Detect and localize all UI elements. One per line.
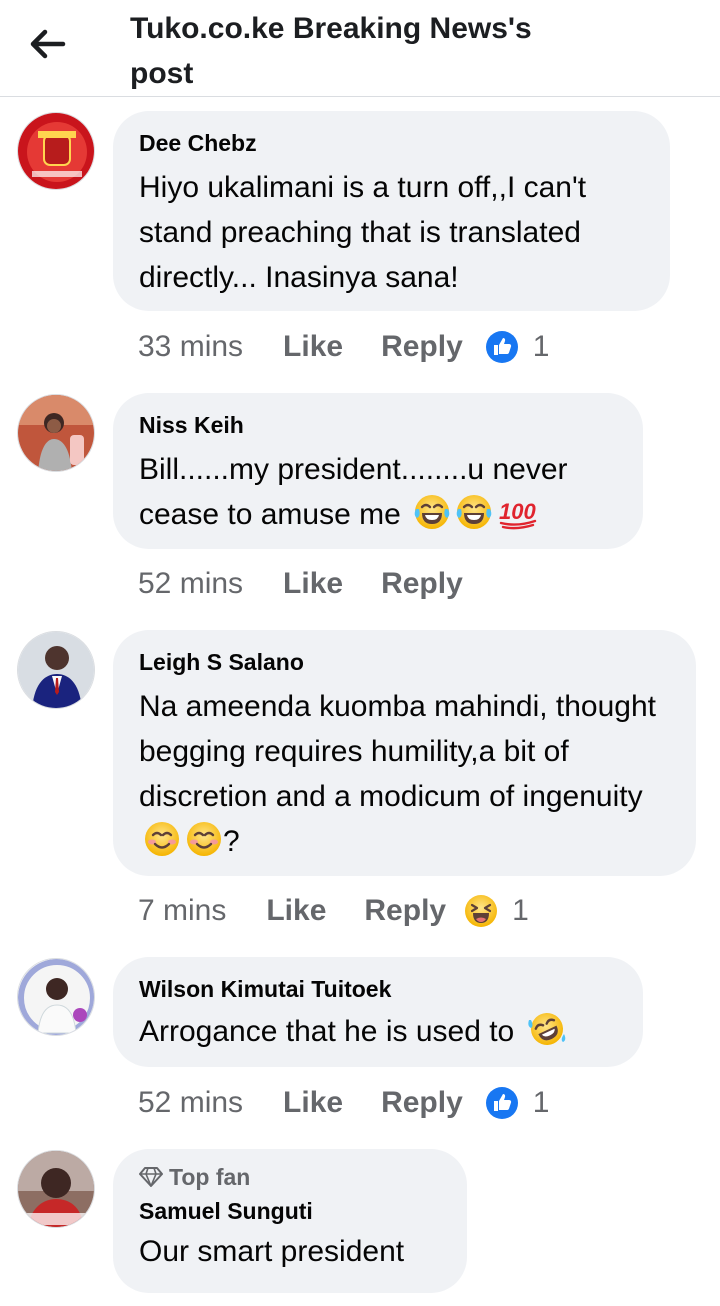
comment-actions: 33 mins Like Reply 1 (138, 327, 549, 367)
like-icon (485, 1087, 518, 1119)
smiling-emoji (187, 822, 221, 856)
avatar[interactable] (17, 112, 95, 190)
comment-text-suffix: ? (223, 825, 240, 858)
like-icon (485, 331, 518, 363)
laughing-tears-emoji (456, 495, 492, 529)
reaction-count: 1 (532, 1086, 550, 1119)
diamond-icon (139, 1167, 163, 1187)
comment-bubble: Wilson Kimutai Tuitoek Arrogance that he… (113, 957, 643, 1067)
hundred-points-emoji: 100 (499, 499, 537, 530)
comment-time[interactable]: 7 mins (138, 894, 226, 928)
comment-text: Bill......my president........u never ce… (139, 447, 617, 537)
back-button[interactable] (20, 22, 76, 66)
comment-author[interactable]: Samuel Sunguti (139, 1197, 441, 1225)
comment-actions: 52 mins Like Reply 1 (138, 1083, 549, 1123)
like-button[interactable]: Like (283, 330, 343, 364)
avatar[interactable] (17, 958, 95, 1036)
reaction-count: 1 (532, 330, 550, 363)
reaction-summary[interactable]: 1 (485, 1086, 550, 1120)
comment-text: Arrogance that he is used to (139, 1009, 617, 1054)
comment-time[interactable]: 52 mins (138, 567, 243, 601)
top-fan-badge: Top fan (139, 1163, 441, 1191)
comment-time[interactable]: 33 mins (138, 330, 243, 364)
laughing-tears-emoji (414, 495, 450, 529)
arrow-left-icon (30, 29, 66, 59)
reply-button[interactable]: Reply (364, 894, 446, 928)
comment-text-body: Arrogance that he is used to (139, 1015, 515, 1048)
avatar[interactable] (17, 394, 95, 472)
comment-actions: 52 mins Like Reply (138, 564, 501, 604)
avatar[interactable] (17, 631, 95, 709)
avatar[interactable] (17, 1150, 95, 1228)
top-bar: Tuko.co.ke Breaking News's post (0, 0, 720, 97)
comment-author[interactable]: Dee Chebz (139, 129, 644, 157)
comment-text: Hiyo ukalimani is a turn off,,I can't st… (139, 171, 587, 294)
rolling-laughing-emoji (527, 1013, 565, 1045)
comment-time[interactable]: 52 mins (138, 1086, 243, 1120)
reply-button[interactable]: Reply (381, 330, 463, 364)
comment-author[interactable]: Leigh S Salano (139, 648, 670, 676)
comment-bubble: Niss Keih Bill......my president........… (113, 393, 643, 549)
svg-text:100: 100 (499, 499, 536, 524)
comment-author[interactable]: Wilson Kimutai Tuitoek (139, 975, 617, 1003)
comment-text-body: Na ameenda kuomba mahindi, thought beggi… (139, 690, 657, 813)
comment-bubble: Leigh S Salano Na ameenda kuomba mahindi… (113, 630, 696, 876)
reply-button[interactable]: Reply (381, 567, 463, 601)
comment-text: Our smart president (139, 1235, 405, 1268)
like-button[interactable]: Like (266, 894, 326, 928)
smiling-emoji (145, 822, 179, 856)
comment-author[interactable]: Niss Keih (139, 411, 617, 439)
top-fan-label: Top fan (169, 1164, 251, 1190)
comment-actions: 7 mins Like Reply 1 (138, 891, 529, 931)
comment-bubble: Top fan Samuel Sunguti Our smart preside… (113, 1149, 467, 1293)
haha-icon (465, 895, 498, 927)
reaction-summary[interactable]: 1 (485, 330, 550, 364)
reply-button[interactable]: Reply (381, 1086, 463, 1120)
like-button[interactable]: Like (283, 1086, 343, 1120)
reaction-summary[interactable]: 1 (464, 894, 529, 928)
comment-text: Na ameenda kuomba mahindi, thought beggi… (139, 684, 670, 864)
reaction-count: 1 (512, 894, 529, 927)
like-button[interactable]: Like (283, 567, 343, 601)
comment-bubble: Dee Chebz Hiyo ukalimani is a turn off,,… (113, 111, 670, 311)
page-title: Tuko.co.ke Breaking News's post (130, 12, 532, 90)
